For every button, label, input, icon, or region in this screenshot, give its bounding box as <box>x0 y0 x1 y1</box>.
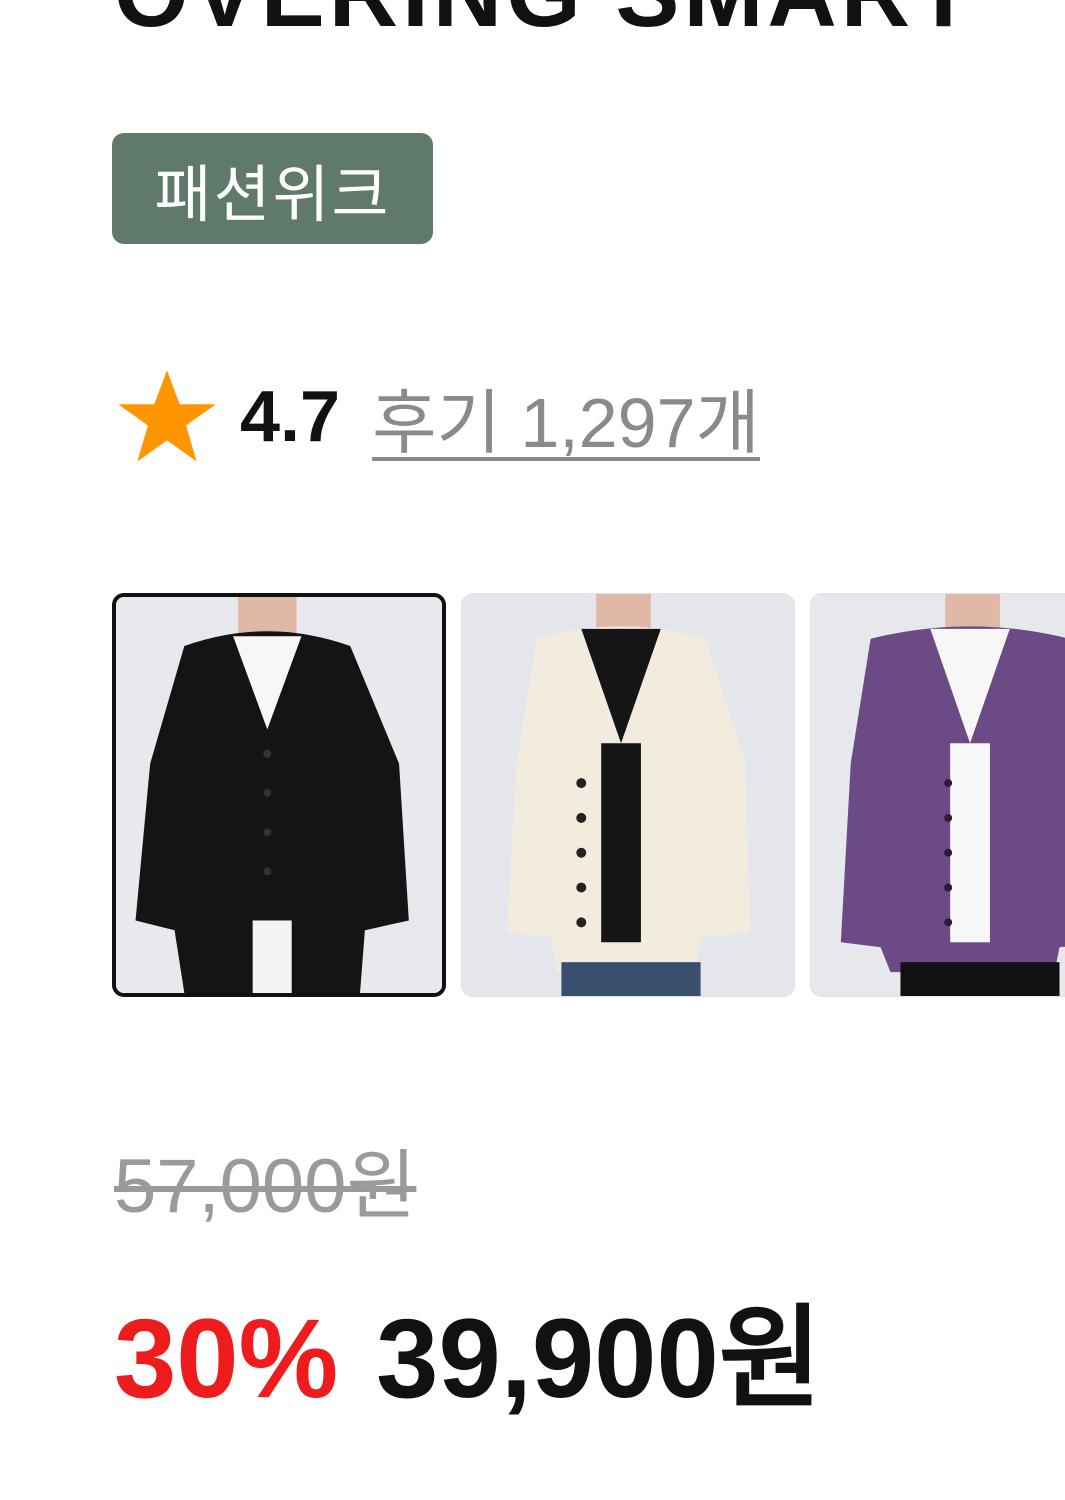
original-price: 57,000원 <box>114 1144 417 1229</box>
product-image-purple <box>811 594 1065 996</box>
product-image-ivory <box>462 594 794 996</box>
price-row: 30% 39,900원 <box>114 1268 822 1430</box>
rating-value: 4.7 <box>240 377 341 457</box>
discount-rate: 30% <box>114 1296 339 1421</box>
sale-price: 39,900원 <box>376 1296 822 1421</box>
color-thumbnail-list <box>112 593 1065 999</box>
star-icon <box>118 370 216 462</box>
product-title: OVERING SMART <box>114 0 977 42</box>
product-image-black <box>116 597 442 993</box>
review-count-link[interactable]: 후기 1,297개 <box>372 367 760 468</box>
thumbnail-purple[interactable] <box>810 593 1065 997</box>
thumbnail-black[interactable] <box>112 593 446 997</box>
thumbnail-ivory[interactable] <box>461 593 795 997</box>
event-badge: 패션위크 <box>112 133 433 244</box>
rating-row: 4.7 후기 1,297개 <box>114 362 760 472</box>
